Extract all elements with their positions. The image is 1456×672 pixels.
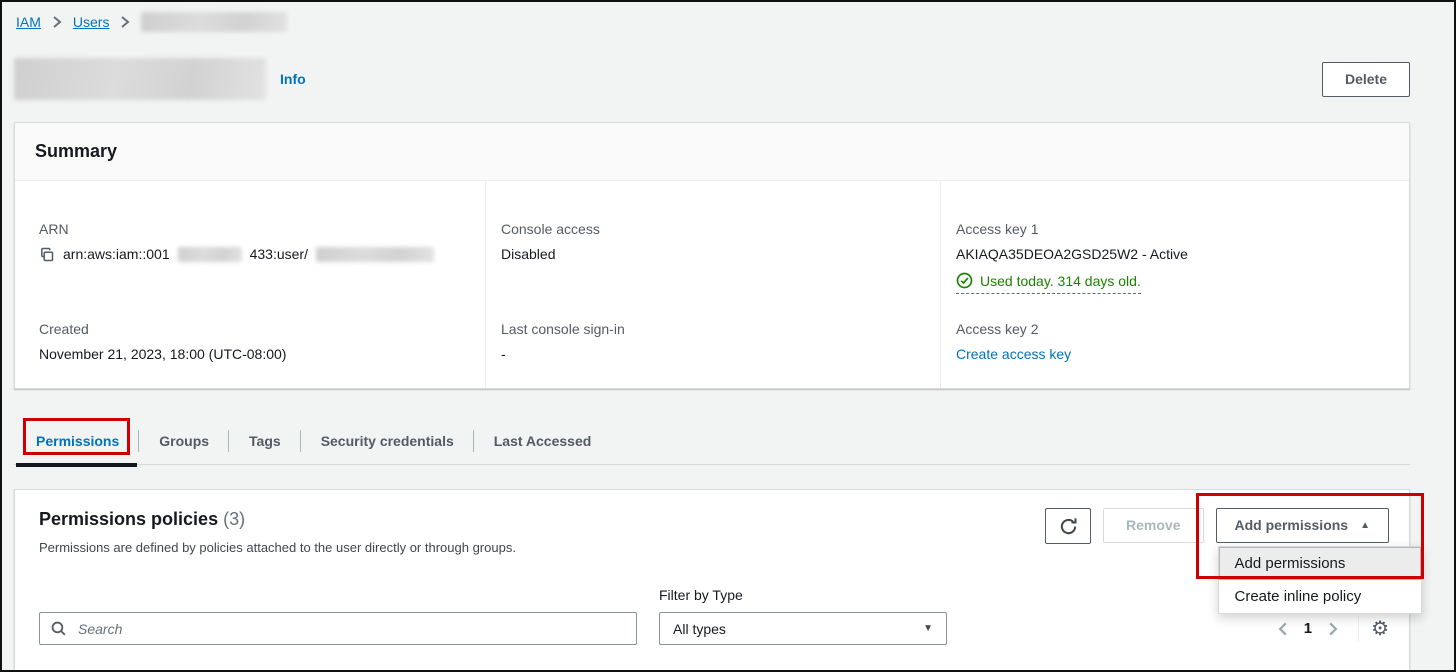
- last-sign-in-value: -: [501, 346, 924, 363]
- add-permissions-menu: Add permissions Create inline policy: [1218, 546, 1422, 614]
- filter-type-select[interactable]: All types ▼: [659, 612, 947, 645]
- last-sign-in-label: Last console sign-in: [501, 321, 924, 338]
- refresh-icon: [1059, 517, 1078, 536]
- page-title-redacted-username: [14, 58, 266, 100]
- summary-field-console-access: Console access Disabled: [485, 181, 940, 321]
- tab-last-accessed[interactable]: Last Accessed: [474, 421, 612, 464]
- app-window: IAM Users Info Delete Summary: [0, 0, 1456, 672]
- summary-card: Summary ARN arn:aws:iam::001 433:user/: [14, 122, 1410, 389]
- filter-by-type-group: Filter by Type All types ▼: [659, 587, 947, 645]
- menu-item-create-inline-policy[interactable]: Create inline policy: [1219, 580, 1421, 613]
- breadcrumb-chevron-icon: [51, 15, 63, 29]
- arn-value-suffix: 433:user/: [250, 246, 308, 263]
- tab-tags-label: Tags: [249, 433, 281, 449]
- breadcrumb-chevron-icon: [119, 15, 131, 29]
- tab-groups[interactable]: Groups: [139, 421, 229, 464]
- add-permissions-button[interactable]: Add permissions ▲: [1216, 508, 1390, 543]
- info-link[interactable]: Info: [280, 71, 306, 87]
- breadcrumb: IAM Users: [14, 12, 1410, 32]
- page-header: Info Delete: [14, 58, 1410, 100]
- preferences-button[interactable]: ⚙: [1371, 619, 1389, 639]
- gear-icon: ⚙: [1371, 618, 1389, 640]
- tab-security-credentials[interactable]: Security credentials: [301, 421, 474, 464]
- search-icon: [50, 620, 67, 637]
- permissions-policies-card: Permissions policies (3) Permissions are…: [14, 489, 1410, 672]
- menu-item-add-permissions[interactable]: Add permissions: [1219, 547, 1421, 580]
- caret-up-icon: ▲: [1360, 521, 1370, 531]
- breadcrumb-link-iam[interactable]: IAM: [16, 14, 41, 30]
- policy-filter-row: Filter by Type All types ▼ 1: [39, 587, 1389, 645]
- next-page-button[interactable]: [1320, 619, 1346, 639]
- add-permissions-button-label: Add permissions: [1235, 516, 1349, 535]
- created-value: November 21, 2023, 18:00 (UTC-08:00): [39, 346, 469, 363]
- permissions-policies-count: (3): [223, 509, 245, 529]
- arn-redacted-account: [178, 247, 242, 262]
- console-access-label: Console access: [501, 221, 924, 238]
- chevron-right-icon: [1326, 621, 1340, 637]
- permissions-policies-description: Permissions are defined by policies atta…: [39, 540, 516, 555]
- remove-button[interactable]: Remove: [1103, 508, 1203, 543]
- breadcrumb-redacted-username: [141, 12, 287, 32]
- summary-field-created: Created November 21, 2023, 18:00 (UTC-08…: [15, 321, 485, 388]
- tab-last-accessed-label: Last Accessed: [494, 433, 592, 449]
- pagination-divider: [1358, 616, 1359, 642]
- delete-button[interactable]: Delete: [1322, 62, 1410, 97]
- tab-bar: Permissions Groups Tags Security credent…: [14, 421, 1410, 465]
- arn-value-prefix: arn:aws:iam::001: [63, 246, 170, 263]
- access-key-1-label: Access key 1: [956, 221, 1393, 238]
- caret-down-icon: ▼: [923, 623, 933, 634]
- check-circle-icon: [956, 272, 973, 289]
- chevron-left-icon: [1276, 621, 1290, 637]
- page-number-button[interactable]: 1: [1296, 620, 1320, 637]
- access-key-1-status-text: Used today. 314 days old.: [980, 273, 1141, 289]
- tab-permissions-label: Permissions: [36, 433, 119, 449]
- policy-actions: Remove Add permissions ▲ Add permissions…: [1045, 508, 1389, 544]
- filter-type-selected-value: All types: [673, 621, 726, 637]
- summary-title: Summary: [35, 141, 1389, 162]
- summary-field-arn: ARN arn:aws:iam::001 433:user/: [15, 181, 485, 321]
- summary-card-header: Summary: [15, 123, 1409, 181]
- tab-groups-label: Groups: [159, 433, 209, 449]
- permissions-policies-heading: Permissions policies (3) Permissions are…: [39, 508, 516, 555]
- console-access-value: Disabled: [501, 246, 924, 263]
- policy-search-box: [39, 612, 637, 645]
- copy-icon[interactable]: [39, 247, 55, 263]
- summary-field-access-key-2: Access key 2 Create access key: [940, 321, 1409, 388]
- arn-label: ARN: [39, 221, 469, 238]
- search-input[interactable]: [76, 620, 626, 638]
- summary-field-access-key-1: Access key 1 AKIAQA35DEOA2GSD25W2 - Acti…: [940, 181, 1409, 321]
- previous-page-button[interactable]: [1270, 619, 1296, 639]
- create-access-key-link[interactable]: Create access key: [956, 346, 1071, 363]
- access-key-1-status: Used today. 314 days old.: [956, 272, 1141, 294]
- add-permissions-dropdown: Add permissions ▲ Add permissions Create…: [1216, 508, 1390, 543]
- access-key-1-value: AKIAQA35DEOA2GSD25W2 - Active: [956, 246, 1393, 263]
- arn-redacted-username: [316, 247, 434, 262]
- tab-tags[interactable]: Tags: [229, 421, 301, 464]
- filter-by-type-label: Filter by Type: [659, 587, 947, 603]
- refresh-button[interactable]: [1045, 508, 1091, 544]
- breadcrumb-link-users[interactable]: Users: [73, 14, 110, 30]
- tab-security-credentials-label: Security credentials: [321, 433, 454, 449]
- permissions-policies-title: Permissions policies: [39, 509, 218, 529]
- summary-grid: ARN arn:aws:iam::001 433:user/ Console ac…: [15, 181, 1409, 388]
- summary-field-last-sign-in: Last console sign-in -: [485, 321, 940, 388]
- created-label: Created: [39, 321, 469, 338]
- access-key-2-label: Access key 2: [956, 321, 1393, 338]
- tab-permissions[interactable]: Permissions: [16, 421, 139, 464]
- pagination: 1 ⚙: [1270, 612, 1389, 645]
